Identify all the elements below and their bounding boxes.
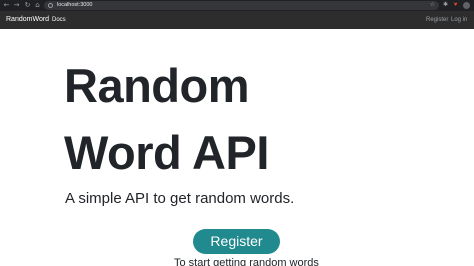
site-info-icon[interactable]	[48, 3, 53, 8]
address-url[interactable]: localhost:3000	[57, 1, 92, 10]
hero-title-line-1: Random	[64, 59, 250, 112]
reload-icon[interactable]: ↻	[23, 0, 32, 11]
navbar-brand[interactable]: RandomWord	[6, 11, 49, 29]
nav-link-login[interactable]: Log in	[451, 11, 467, 29]
nav-link-docs[interactable]: Docs	[52, 11, 66, 29]
cta-text: To start getting random words	[174, 257, 319, 266]
browser-toolbar: ← → ↻ ⌂ localhost:3000 ☆ ✱ ♥	[0, 0, 474, 11]
bookmark-star-icon[interactable]: ☆	[430, 1, 435, 10]
forward-arrow-icon[interactable]: →	[12, 0, 21, 11]
address-bar[interactable]: localhost:3000 ☆	[44, 1, 439, 10]
register-button[interactable]: Register	[193, 229, 280, 254]
back-arrow-icon[interactable]: ←	[2, 0, 11, 11]
nav-link-register[interactable]: Register	[426, 11, 448, 29]
hero-title-line-2: Word API	[64, 126, 269, 179]
extension-red-icon[interactable]: ♥	[452, 2, 459, 9]
extensions-icon[interactable]: ✱	[442, 2, 449, 9]
hero-title: Random Word API	[64, 52, 424, 186]
profile-avatar-icon[interactable]	[463, 2, 470, 9]
home-icon[interactable]: ⌂	[33, 0, 42, 11]
site-navbar: RandomWord Docs Register Log in	[0, 11, 474, 29]
hero-subtitle: A simple API to get random words.	[65, 190, 295, 207]
